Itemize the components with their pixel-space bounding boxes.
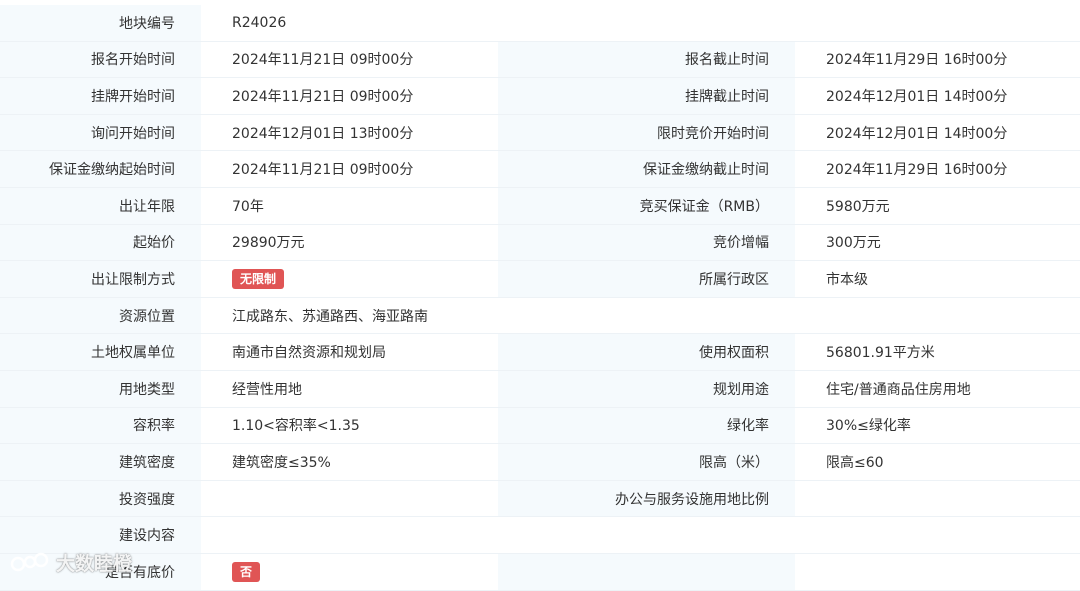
field-value: 江成路东、苏通路西、海亚路南	[201, 297, 1080, 334]
field-value: 2024年11月29日 16时00分	[795, 41, 1080, 78]
field-label	[498, 553, 795, 590]
field-label: 投资强度	[0, 480, 201, 517]
field-label: 竞价增幅	[498, 224, 795, 261]
field-label: 询问开始时间	[0, 114, 201, 151]
field-label: 地块编号	[0, 5, 201, 41]
field-value: 2024年11月29日 16时00分	[795, 151, 1080, 187]
table-row: 出让年限 70年 竞买保证金（RMB） 5980万元	[0, 187, 1080, 225]
field-value: 住宅/普通商品住房用地	[795, 370, 1080, 407]
field-label: 报名截止时间	[498, 41, 795, 78]
table-row: 是否有底价 否	[0, 553, 1080, 591]
field-value: 限高≤60	[795, 444, 1080, 480]
table-row: 挂牌开始时间 2024年11月21日 09时00分 挂牌截止时间 2024年12…	[0, 78, 1080, 115]
field-label: 出让年限	[0, 187, 201, 224]
table-row: 地块编号 R24026	[0, 5, 1080, 42]
field-value: 建筑密度≤35%	[201, 444, 498, 480]
field-label: 所属行政区	[498, 261, 795, 297]
reserve-price-badge: 否	[232, 561, 261, 582]
field-label: 报名开始时间	[0, 41, 201, 78]
field-value: 56801.91平方米	[795, 334, 1080, 370]
field-label: 起始价	[0, 224, 201, 261]
field-label: 土地权属单位	[0, 334, 201, 370]
land-info-table: 地块编号 R24026 报名开始时间 2024年11月21日 09时00分 报名…	[0, 0, 1080, 591]
table-row: 报名开始时间 2024年11月21日 09时00分 报名截止时间 2024年11…	[0, 41, 1080, 79]
table-row: 土地权属单位 南通市自然资源和规划局 使用权面积 56801.91平方米	[0, 334, 1080, 371]
table-row: 起始价 29890万元 竞价增幅 300万元	[0, 224, 1080, 262]
field-value: 市本级	[795, 261, 1080, 297]
field-value: 300万元	[795, 224, 1080, 261]
field-value: 2024年12月01日 14时00分	[795, 114, 1080, 151]
field-label: 挂牌截止时间	[498, 78, 795, 114]
field-label: 限时竞价开始时间	[498, 114, 795, 151]
table-row: 用地类型 经营性用地 规划用途 住宅/普通商品住房用地	[0, 370, 1080, 408]
field-label: 规划用途	[498, 370, 795, 407]
field-value	[795, 480, 1080, 517]
field-label: 限高（米）	[498, 444, 795, 480]
field-value: R24026	[201, 5, 1080, 41]
field-value: 2024年11月21日 09时00分	[201, 41, 498, 78]
field-value: 南通市自然资源和规划局	[201, 334, 498, 370]
field-label: 保证金缴纳截止时间	[498, 151, 795, 187]
field-value: 无限制	[201, 261, 498, 297]
field-value: 经营性用地	[201, 370, 498, 407]
field-label: 建筑密度	[0, 444, 201, 480]
field-label: 保证金缴纳起始时间	[0, 151, 201, 187]
field-value	[201, 517, 1080, 553]
field-value: 否	[201, 553, 498, 590]
field-label: 出让限制方式	[0, 261, 201, 297]
table-row: 投资强度 办公与服务设施用地比例	[0, 480, 1080, 518]
field-value: 5980万元	[795, 187, 1080, 224]
field-label: 竞买保证金（RMB）	[498, 187, 795, 224]
table-row: 资源位置 江成路东、苏通路西、海亚路南	[0, 297, 1080, 335]
field-value: 70年	[201, 187, 498, 224]
field-label: 是否有底价	[0, 553, 201, 590]
field-value	[201, 480, 498, 517]
field-value: 1.10<容积率<1.35	[201, 407, 498, 444]
field-label: 绿化率	[498, 407, 795, 444]
table-row: 建筑密度 建筑密度≤35% 限高（米） 限高≤60	[0, 444, 1080, 481]
table-row: 询问开始时间 2024年12月01日 13时00分 限时竞价开始时间 2024年…	[0, 114, 1080, 152]
field-label: 办公与服务设施用地比例	[498, 480, 795, 517]
field-label: 容积率	[0, 407, 201, 444]
field-value: 2024年11月21日 09时00分	[201, 151, 498, 187]
field-value: 2024年12月01日 13时00分	[201, 114, 498, 151]
table-row: 保证金缴纳起始时间 2024年11月21日 09时00分 保证金缴纳截止时间 2…	[0, 151, 1080, 188]
field-label: 建设内容	[0, 517, 201, 553]
field-label: 资源位置	[0, 297, 201, 334]
field-label: 使用权面积	[498, 334, 795, 370]
table-row: 出让限制方式 无限制 所属行政区 市本级	[0, 261, 1080, 298]
field-value: 30%≤绿化率	[795, 407, 1080, 444]
field-value: 2024年11月21日 09时00分	[201, 78, 498, 114]
restriction-badge: 无限制	[232, 268, 285, 289]
field-label: 挂牌开始时间	[0, 78, 201, 114]
table-row: 容积率 1.10<容积率<1.35 绿化率 30%≤绿化率	[0, 407, 1080, 445]
field-label: 用地类型	[0, 370, 201, 407]
table-row: 建设内容	[0, 517, 1080, 554]
field-value: 2024年12月01日 14时00分	[795, 78, 1080, 114]
field-value: 29890万元	[201, 224, 498, 261]
field-value	[795, 553, 1080, 590]
